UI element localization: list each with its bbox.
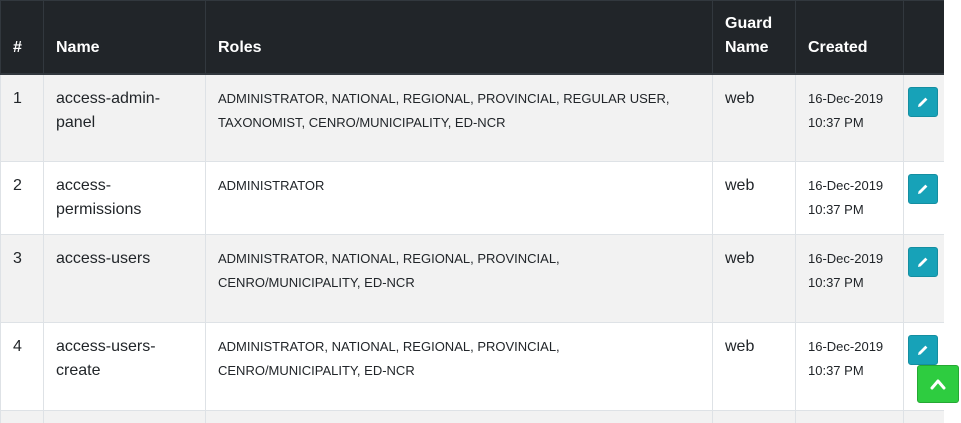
permission-name: access-users	[43, 234, 206, 323]
permission-name: access-permissions	[43, 161, 206, 235]
table-row: 3 access-users ADMINISTRATOR, NATIONAL, …	[0, 234, 945, 323]
created-time: 10:37 PM	[808, 363, 864, 378]
row-actions	[903, 73, 945, 162]
row-number: 4	[0, 322, 44, 411]
chevron-up-icon	[930, 379, 946, 390]
row-actions	[903, 410, 945, 423]
guard-header-line1: Guard	[725, 14, 773, 32]
table-header: # Name Roles Guard Name Created	[0, 0, 945, 75]
permission-name	[43, 410, 206, 423]
guard-name: web	[712, 322, 796, 411]
column-header-actions	[903, 0, 945, 75]
guard-name: web	[712, 234, 796, 323]
created-date: 16-Dec-2019	[808, 339, 884, 354]
table-row: 2 access-permissions ADMINISTRATOR web 1…	[0, 161, 945, 235]
table-body: 1 access-admin-panel ADMINISTRATOR, NATI…	[0, 73, 945, 423]
permission-roles	[205, 410, 713, 423]
created-at: 16-Dec-2019 10:37 PM	[795, 73, 904, 162]
column-header-guard-name: Guard Name	[712, 0, 796, 75]
table-row: 4 access-users-create ADMINISTRATOR, NAT…	[0, 322, 945, 411]
page-gutter	[944, 0, 961, 423]
permission-roles: ADMINISTRATOR, NATIONAL, REGIONAL, PROVI…	[205, 322, 713, 411]
created-at	[795, 410, 904, 423]
edit-button[interactable]	[908, 335, 938, 365]
created-at: 16-Dec-2019 10:37 PM	[795, 234, 904, 323]
row-number	[0, 410, 44, 423]
edit-button[interactable]	[908, 174, 938, 204]
pencil-icon	[918, 345, 928, 355]
row-number: 2	[0, 161, 44, 235]
permission-roles: ADMINISTRATOR	[205, 161, 713, 235]
permission-roles: ADMINISTRATOR, NATIONAL, REGIONAL, PROVI…	[205, 73, 713, 162]
created-date: 16-Dec-2019	[808, 178, 884, 193]
column-header-roles: Roles	[205, 0, 713, 75]
edit-button[interactable]	[908, 247, 938, 277]
row-number: 3	[0, 234, 44, 323]
column-header-number: #	[0, 0, 44, 75]
column-header-created: Created	[795, 0, 904, 75]
row-actions	[903, 234, 945, 323]
permission-roles: ADMINISTRATOR, NATIONAL, REGIONAL, PROVI…	[205, 234, 713, 323]
guard-name: web	[712, 73, 796, 162]
table-row-partial	[0, 410, 945, 423]
permission-name: access-admin-panel	[43, 73, 206, 162]
created-at: 16-Dec-2019 10:37 PM	[795, 322, 904, 411]
created-time: 10:37 PM	[808, 114, 864, 130]
guard-header-line2: Name	[725, 38, 769, 56]
row-actions	[903, 161, 945, 235]
edit-button[interactable]	[908, 86, 938, 117]
permission-name: access-users-create	[43, 322, 206, 411]
pencil-icon	[918, 257, 928, 267]
pencil-icon	[918, 97, 928, 107]
column-header-name: Name	[43, 0, 206, 75]
created-date: 16-Dec-2019	[808, 251, 884, 266]
created-time: 10:37 PM	[808, 202, 864, 217]
back-to-top-button[interactable]	[917, 365, 959, 403]
permissions-page: # Name Roles Guard Name Created 1 access-…	[0, 0, 961, 423]
created-at: 16-Dec-2019 10:37 PM	[795, 161, 904, 235]
guard-name	[712, 410, 796, 423]
row-number: 1	[0, 73, 44, 162]
guard-name: web	[712, 161, 796, 235]
table-row: 1 access-admin-panel ADMINISTRATOR, NATI…	[0, 73, 945, 162]
permissions-table: # Name Roles Guard Name Created 1 access-…	[0, 0, 945, 423]
created-time: 10:37 PM	[808, 275, 864, 290]
created-date: 16-Dec-2019	[808, 90, 884, 106]
pencil-icon	[918, 184, 928, 194]
